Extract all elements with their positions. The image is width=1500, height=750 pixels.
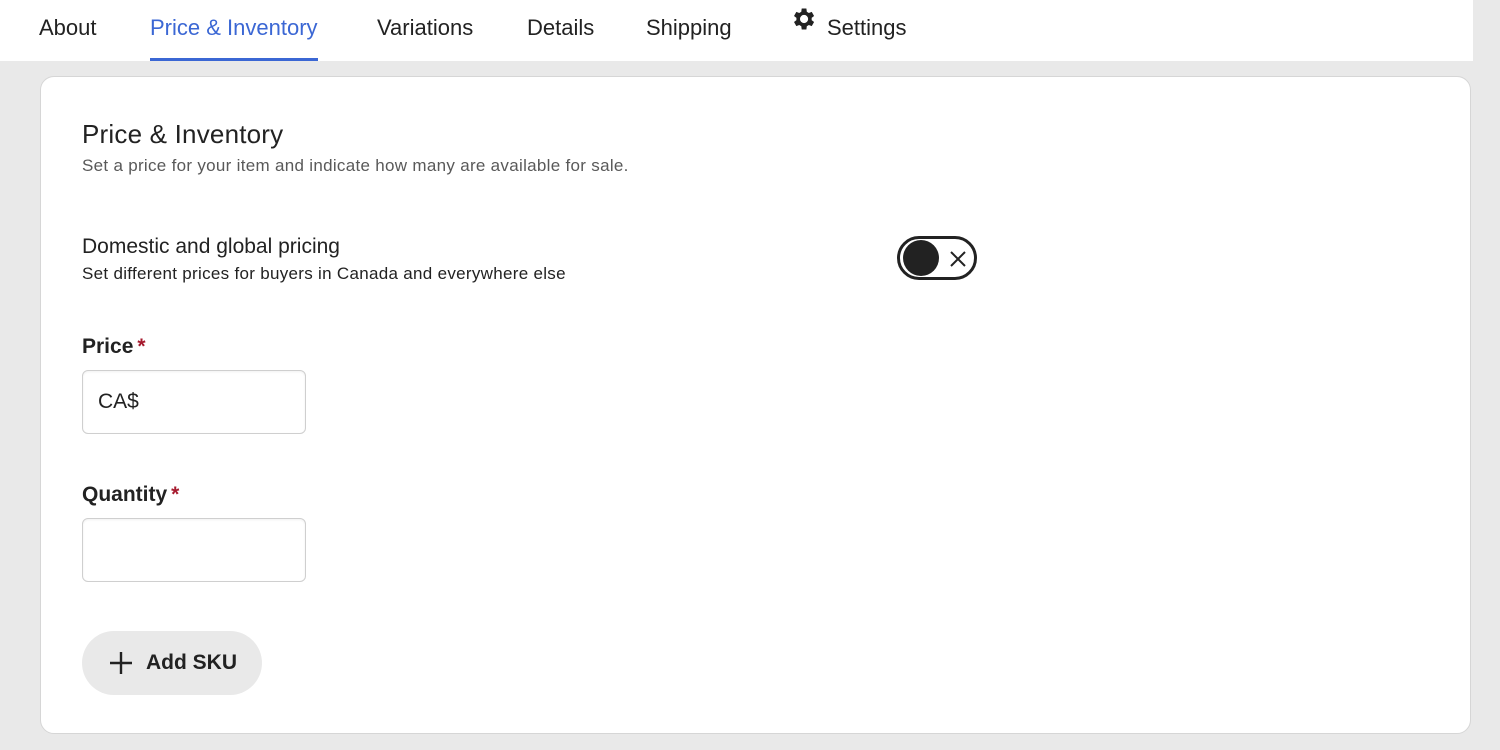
pricing-toggle-title: Domestic and global pricing bbox=[82, 235, 340, 258]
price-inventory-card: Price & Inventory Set a price for your i… bbox=[40, 76, 1471, 734]
currency-prefix: CA$ bbox=[98, 390, 139, 413]
add-sku-label: Add SKU bbox=[146, 651, 237, 674]
required-marker: * bbox=[137, 335, 146, 358]
tab-price-inventory[interactable]: Price & Inventory bbox=[150, 0, 318, 61]
tab-shipping[interactable]: Shipping bbox=[646, 0, 732, 61]
price-input[interactable]: CA$ bbox=[82, 370, 306, 435]
gear-icon bbox=[789, 0, 817, 54]
tab-about[interactable]: About bbox=[39, 0, 97, 61]
quantity-input[interactable] bbox=[82, 518, 306, 583]
required-marker: * bbox=[171, 483, 180, 506]
tab-settings-label: Settings bbox=[827, 15, 907, 40]
quantity-label-text: Quantity bbox=[82, 483, 168, 506]
close-icon bbox=[950, 251, 966, 267]
price-label: Price * bbox=[82, 335, 146, 359]
toggle-knob bbox=[903, 240, 939, 276]
plus-icon bbox=[110, 652, 132, 674]
add-sku-button[interactable]: Add SKU bbox=[82, 631, 262, 695]
quantity-field[interactable] bbox=[97, 519, 301, 583]
domestic-global-pricing-toggle[interactable] bbox=[897, 236, 977, 280]
quantity-label: Quantity * bbox=[82, 483, 179, 507]
tab-settings[interactable]: Settings bbox=[789, 0, 907, 61]
tab-bar: About Price & Inventory Variations Detai… bbox=[0, 0, 1473, 61]
pricing-toggle-subtitle: Set different prices for buyers in Canad… bbox=[82, 264, 566, 283]
price-label-text: Price bbox=[82, 335, 134, 358]
tab-details[interactable]: Details bbox=[527, 0, 594, 61]
price-field[interactable] bbox=[147, 371, 301, 435]
tab-variations[interactable]: Variations bbox=[377, 0, 473, 61]
section-subtitle: Set a price for your item and indicate h… bbox=[82, 156, 629, 175]
section-title: Price & Inventory bbox=[82, 119, 284, 149]
